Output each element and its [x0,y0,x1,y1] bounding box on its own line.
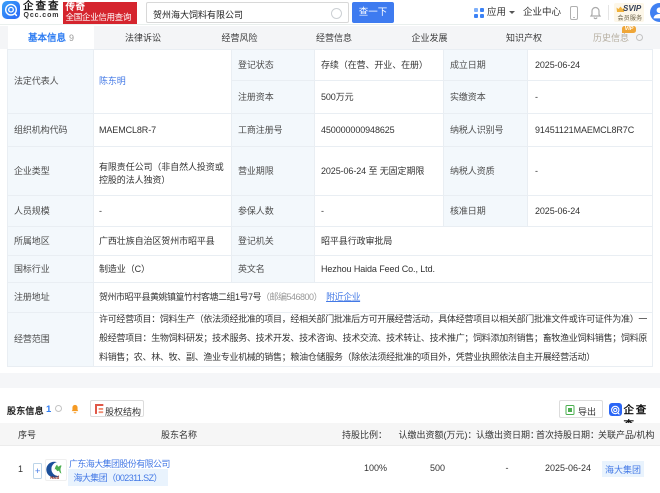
svg-text:Haid: Haid [50,475,60,480]
